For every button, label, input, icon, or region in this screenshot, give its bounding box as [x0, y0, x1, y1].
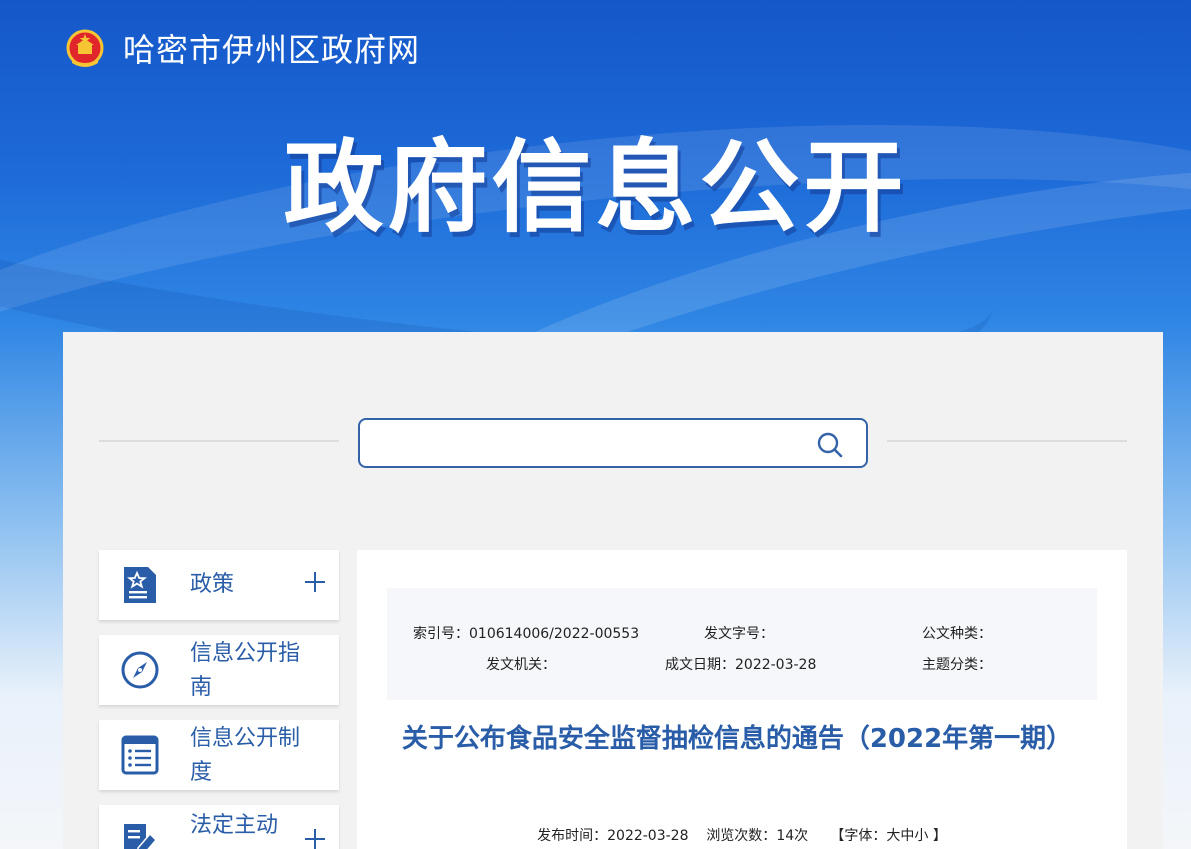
site-name[interactable]: 哈密市伊州区政府网	[123, 30, 420, 70]
list-document-icon	[121, 735, 159, 775]
meta-value: 2022-03-28	[735, 657, 817, 673]
publish-time-label: 发布时间：	[537, 828, 608, 844]
sidebar-item-disclosure-guide[interactable]: 信息公开指南	[99, 635, 339, 705]
compass-icon	[121, 651, 159, 689]
divider	[99, 440, 339, 442]
main-panel: 政策 信息公开指南 信息公开制度 法定主动 索引号：010614006/2022…	[63, 332, 1163, 849]
edit-document-icon	[124, 824, 158, 849]
sidebar-item-label: 信息公开制度	[190, 726, 301, 785]
font-size-medium-link[interactable]: 中	[900, 828, 914, 844]
font-size-small-link[interactable]: 小	[914, 828, 928, 844]
sidebar-item-label: 法定主动	[190, 813, 279, 838]
meta-label: 主题分类：	[922, 657, 992, 673]
national-emblem-icon[interactable]	[66, 29, 104, 69]
page-hero-title: 政府信息公开	[283, 129, 908, 246]
article-card: 索引号：010614006/2022-00553 发文字号： 公文种类： 发文机…	[357, 550, 1127, 849]
meta-label: 索引号：	[413, 626, 469, 642]
font-size-label: 【字体：	[830, 828, 887, 844]
search-box	[358, 418, 868, 468]
meta-topic: 主题分类：	[922, 655, 992, 675]
document-title: 关于公布食品安全监督抽检信息的通告（2022年第一期）	[401, 724, 1073, 754]
publish-time-value: 2022-03-28	[607, 828, 689, 844]
search-icon[interactable]	[816, 431, 844, 459]
sidebar-item-statutory-active[interactable]: 法定主动	[99, 805, 339, 849]
view-count-label: 浏览次数：	[706, 828, 777, 844]
expand-plus-icon[interactable]	[305, 572, 325, 592]
meta-value: 010614006/2022-00553	[469, 626, 640, 642]
meta-issuer: 发文机关：	[486, 655, 556, 675]
view-count-value: 14次	[776, 828, 809, 844]
meta-doc-number: 发文字号：	[704, 624, 774, 644]
expand-plus-icon[interactable]	[305, 829, 325, 849]
sidebar-item-label: 信息公开指南	[190, 641, 301, 700]
sidebar-item-disclosure-system[interactable]: 信息公开制度	[99, 720, 339, 790]
document-meta-table: 索引号：010614006/2022-00553 发文字号： 公文种类： 发文机…	[387, 588, 1097, 700]
sidebar-item-label: 政策	[190, 572, 235, 597]
font-size-close: 】	[928, 828, 947, 844]
font-size-large-link[interactable]: 大	[886, 828, 900, 844]
divider	[887, 440, 1127, 442]
meta-label: 发文机关：	[486, 657, 556, 673]
search-input[interactable]	[374, 428, 804, 458]
meta-doc-type: 公文种类：	[922, 624, 992, 644]
meta-date: 成文日期：2022-03-28	[665, 655, 816, 675]
meta-index: 索引号：010614006/2022-00553	[413, 624, 639, 644]
meta-label: 发文字号：	[704, 626, 774, 642]
publish-info: 发布时间：2022-03-28 浏览次数：14次 【字体：大中小 】	[357, 826, 1127, 846]
policy-document-icon	[124, 567, 156, 603]
meta-label: 公文种类：	[922, 626, 992, 642]
sidebar-item-policy[interactable]: 政策	[99, 550, 339, 620]
meta-label: 成文日期：	[665, 657, 735, 673]
